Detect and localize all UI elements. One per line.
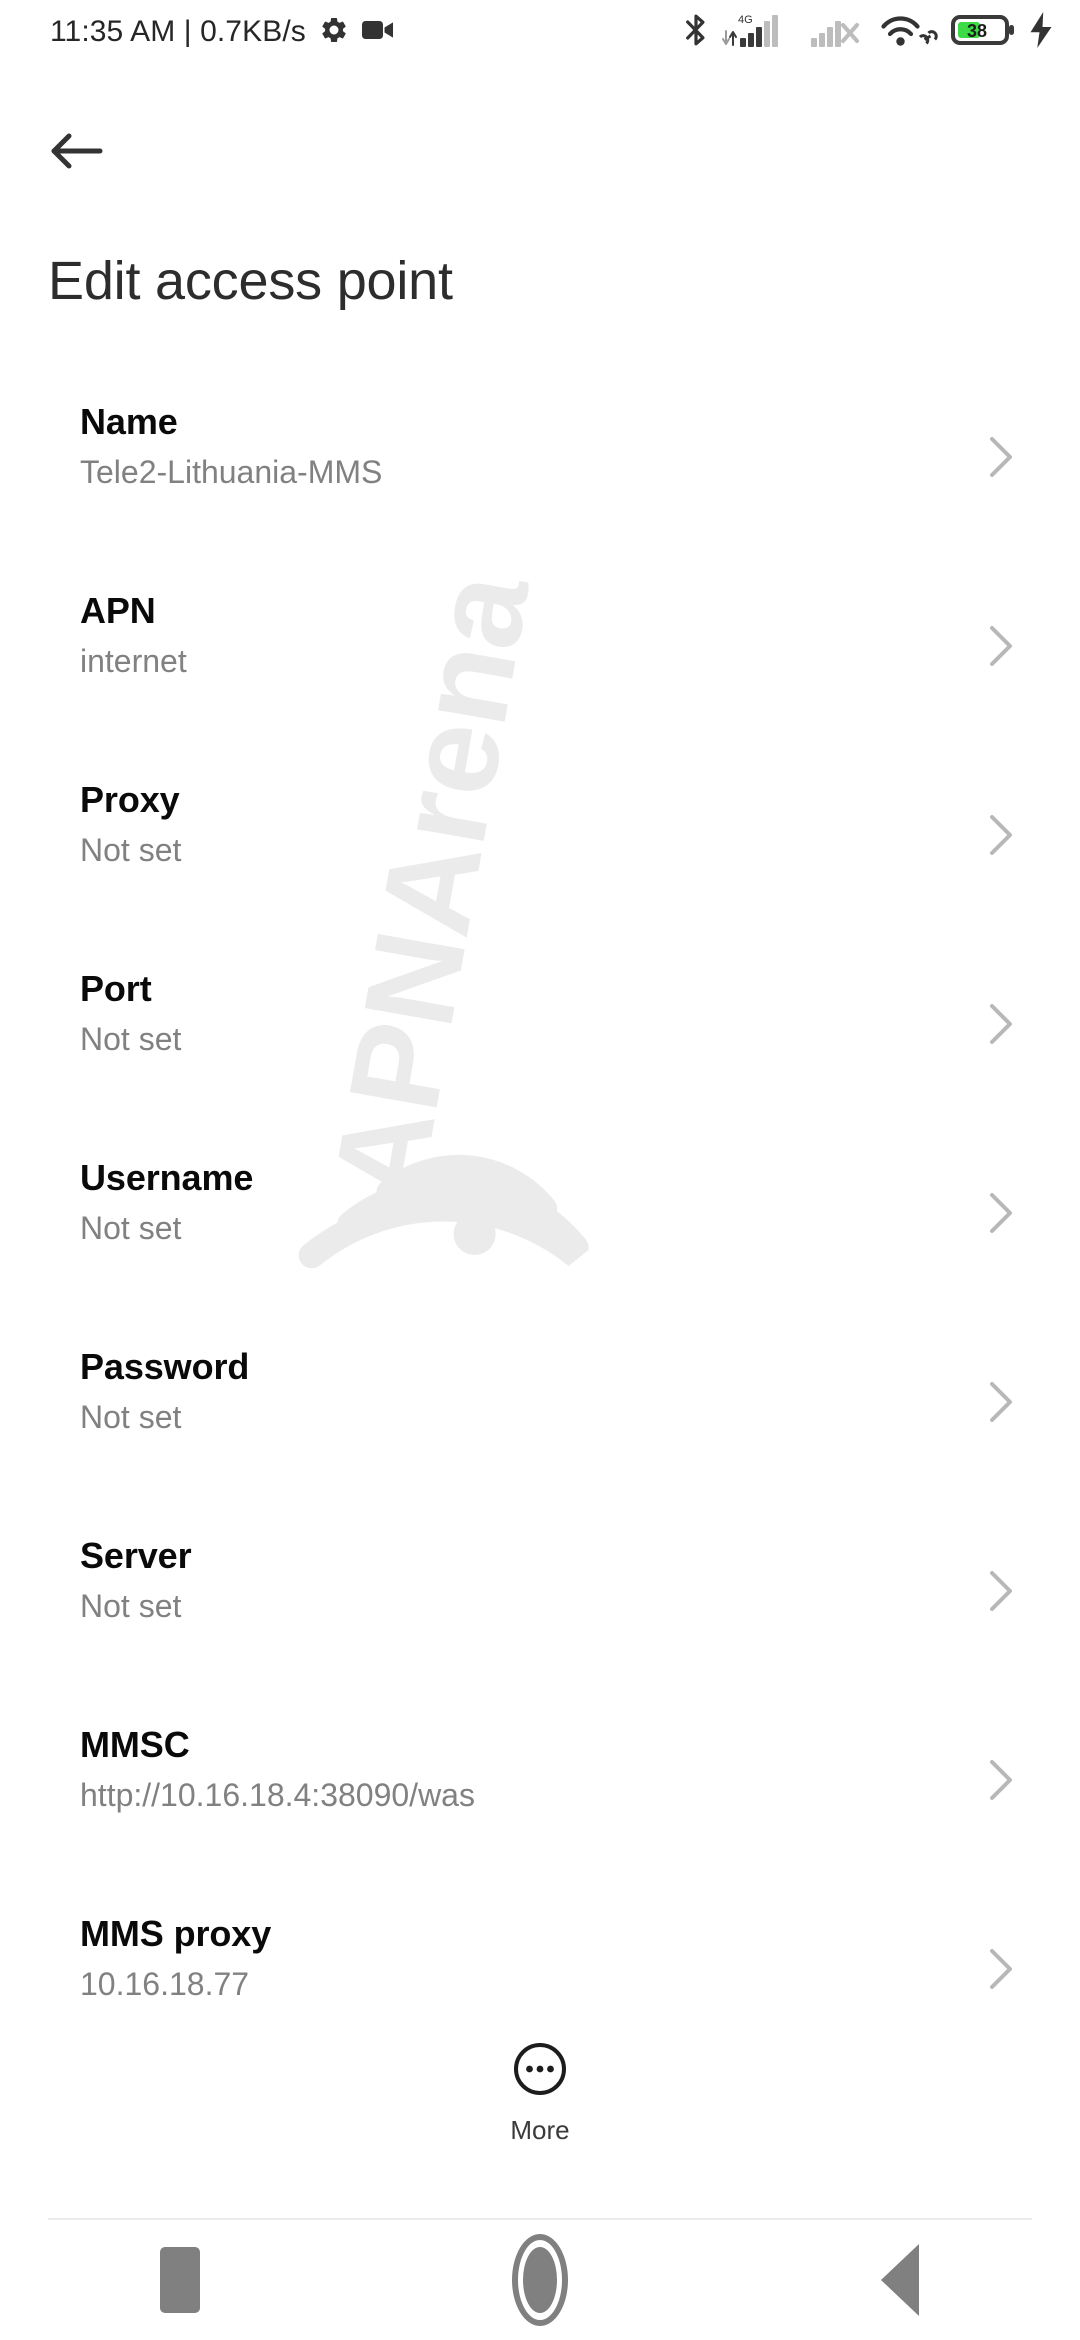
battery-percent-text: 38 [967,21,987,41]
status-bar-right: 4G 38 [683,11,1054,54]
gear-icon [319,15,349,50]
more-button[interactable]: More [0,2040,1080,2143]
setting-label: Proxy [80,779,180,820]
chevron-right-icon [986,434,1016,480]
wifi-vpn-icon [878,11,938,54]
charging-bolt-icon [1028,11,1054,53]
page-title: Edit access point [48,251,453,311]
setting-label: MMS proxy [80,1913,272,1954]
battery-icon: 38 [951,13,1015,52]
status-clock: 11:35 AM | 0.7KB/s [50,15,306,48]
setting-value: Not set [80,1210,182,1246]
video-camera-icon [361,18,394,47]
setting-row-username[interactable]: Username Not set [0,1160,1080,1349]
back-button[interactable] [42,118,116,188]
chevron-right-icon [986,1757,1016,1803]
settings-list: Name Tele2-Lithuania-MMS APN internet Pr… [0,404,1080,2105]
setting-row-password[interactable]: Password Not set [0,1349,1080,1538]
setting-label: Port [80,968,152,1009]
chevron-right-icon [986,1946,1016,1992]
circle-home-icon [512,2234,568,2326]
chevron-right-icon [986,1190,1016,1236]
signal-4g-icon: 4G [722,11,796,54]
nav-recents-button[interactable] [90,2220,270,2340]
more-label: More [510,2115,570,2145]
arrow-left-icon [50,130,108,177]
setting-value: Not set [80,1021,182,1057]
setting-value: internet [80,643,187,679]
setting-value: Not set [80,1399,182,1435]
setting-row-server[interactable]: Server Not set [0,1538,1080,1727]
status-bar-left: 11:35 AM | 0.7KB/s [50,15,394,50]
chevron-right-icon [986,1001,1016,1047]
setting-label: Password [80,1346,250,1387]
setting-value: Tele2-Lithuania-MMS [80,454,383,490]
svg-text:4G: 4G [738,14,753,26]
setting-row-proxy[interactable]: Proxy Not set [0,782,1080,971]
chevron-right-icon [986,1568,1016,1614]
signal-sim2-no-service-icon [809,11,865,54]
overflow-circle-icon [511,2040,569,2103]
bluetooth-icon [683,12,709,53]
setting-label: Name [80,401,178,442]
setting-label: Username [80,1157,254,1198]
setting-row-apn[interactable]: APN internet [0,593,1080,782]
nav-back-button[interactable] [810,2220,990,2340]
setting-value: http://10.16.18.4:38090/was [80,1777,475,1813]
phone-screen: 11:35 AM | 0.7KB/s 4G 38 Edit access poi… [0,0,1080,2340]
setting-label: APN [80,590,156,631]
setting-row-name[interactable]: Name Tele2-Lithuania-MMS [0,404,1080,593]
nav-home-button[interactable] [450,2220,630,2340]
setting-value: 10.16.18.77 [80,1966,250,2002]
setting-value: Not set [80,832,182,868]
chevron-right-icon [986,812,1016,858]
status-bar: 11:35 AM | 0.7KB/s 4G 38 [0,0,1080,64]
circle-home-inner [523,2247,557,2313]
setting-row-mmsc[interactable]: MMSC http://10.16.18.4:38090/was [0,1727,1080,1916]
triangle-back-icon [881,2244,919,2316]
setting-label: Server [80,1535,192,1576]
chevron-right-icon [986,1379,1016,1425]
chevron-right-icon [986,623,1016,669]
square-recents-icon [160,2247,200,2313]
setting-value: Not set [80,1588,182,1624]
navigation-bar [0,2220,1080,2340]
setting-row-port[interactable]: Port Not set [0,971,1080,1160]
setting-label: MMSC [80,1724,190,1765]
